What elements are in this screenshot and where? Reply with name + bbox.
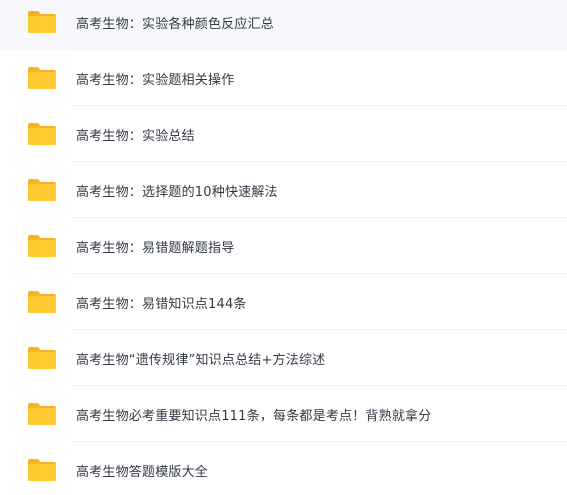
folder-icon (28, 459, 56, 481)
file-list: 高考生物：实验各种颜色反应汇总 高考生物：实验题相关操作 高考生物：实验总结 高… (0, 0, 567, 495)
folder-icon (28, 347, 56, 369)
folder-name: 高考生物：实验题相关操作 (76, 72, 235, 88)
folder-name: 高考生物必考重要知识点111条，每条都是考点！背熟就拿分 (76, 408, 432, 424)
folder-icon (28, 291, 56, 313)
folder-icon (28, 67, 56, 89)
folder-icon (28, 11, 56, 33)
folder-name: 高考生物“遗传规律”知识点总结+方法综述 (76, 352, 326, 368)
folder-icon (28, 123, 56, 145)
folder-row[interactable]: 高考生物“遗传规律”知识点总结+方法综述 (0, 330, 567, 386)
folder-icon (28, 403, 56, 425)
folder-name: 高考生物：选择题的10种快速解法 (76, 184, 278, 200)
folder-name: 高考生物：易错题解题指导 (76, 240, 235, 256)
folder-row[interactable]: 高考生物答题模版大全 (0, 442, 567, 495)
folder-icon (28, 179, 56, 201)
folder-name: 高考生物答题模版大全 (76, 464, 209, 480)
folder-row[interactable]: 高考生物：实验各种颜色反应汇总 (0, 0, 567, 50)
folder-name: 高考生物：实验各种颜色反应汇总 (76, 16, 275, 32)
folder-row[interactable]: 高考生物：选择题的10种快速解法 (0, 162, 567, 218)
folder-icon (28, 235, 56, 257)
folder-row[interactable]: 高考生物必考重要知识点111条，每条都是考点！背熟就拿分 (0, 386, 567, 442)
folder-row[interactable]: 高考生物：实验题相关操作 (0, 50, 567, 106)
folder-row[interactable]: 高考生物：易错题解题指导 (0, 218, 567, 274)
folder-row[interactable]: 高考生物：实验总结 (0, 106, 567, 162)
folder-name: 高考生物：易错知识点144条 (76, 296, 247, 312)
folder-name: 高考生物：实验总结 (76, 128, 195, 144)
folder-row[interactable]: 高考生物：易错知识点144条 (0, 274, 567, 330)
